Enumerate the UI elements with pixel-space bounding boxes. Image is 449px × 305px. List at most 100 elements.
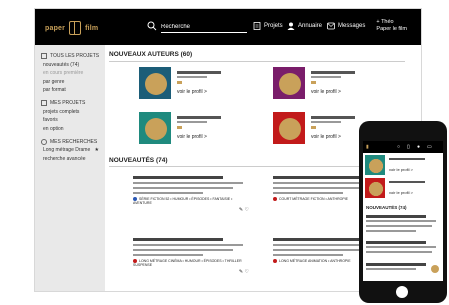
see-profile-link[interactable]: voir le profil > — [177, 134, 207, 140]
nav-annuaire[interactable]: Annuaire — [287, 21, 322, 31]
see-profile-link[interactable]: voir le profil > — [311, 89, 341, 95]
text-placeholder — [133, 187, 233, 189]
sidebar-group-all-projects[interactable]: TOUS LES PROJETS — [41, 53, 105, 59]
news-actions: ✎ ♡ — [133, 269, 249, 275]
folder-icon — [41, 100, 47, 106]
top-navigation-bar: paper film Projets Annuaire Messages + Th… — [35, 9, 421, 45]
author-avatar — [139, 112, 171, 144]
sidebar-group-label: TOUS LES PROJETS — [50, 53, 100, 59]
edit-icon[interactable]: ✎ — [239, 207, 243, 213]
author-name-placeholder — [311, 71, 355, 74]
authors-section-title: NOUVEAUX AUTEURS (60) — [109, 51, 193, 58]
author-badge — [311, 126, 316, 129]
star-icon[interactable]: ★ — [95, 147, 99, 153]
sidebar-group-my-searches[interactable]: MES RECHERCHES — [41, 138, 105, 145]
phone-top-bar: ▮ ○ ▯ ● ▭ — [363, 141, 443, 153]
news-meta-text: SÉRIE FICTION 52 • HUMOUR • ÉPISODES • F… — [133, 197, 233, 206]
search-icon[interactable] — [147, 21, 157, 31]
nav-projets[interactable]: Projets — [253, 21, 283, 31]
logo-mark-icon[interactable]: ▮ — [366, 144, 369, 150]
home-button[interactable] — [396, 286, 408, 298]
sidebar-item-nouveautes[interactable]: nouveautés (74) — [43, 62, 105, 68]
author-badge — [177, 126, 182, 129]
see-profile-link[interactable]: voir le profil > — [389, 167, 413, 172]
message-icon — [327, 22, 335, 30]
sidebar-item-par-genre[interactable]: par genre — [43, 79, 105, 85]
sidebar-item-projets-complets[interactable]: projets complets — [43, 109, 105, 115]
search-input[interactable] — [161, 21, 247, 33]
author-avatar — [273, 67, 305, 99]
author-card[interactable]: voir le profil > — [139, 67, 247, 99]
message-icon[interactable]: ▭ — [427, 144, 432, 150]
news-meta-text: COURT MÉTRAGE FICTION • ANTHROPIE — [279, 197, 348, 201]
text-placeholder — [366, 220, 436, 222]
news-section-title: NOUVEAUTÉS (74) — [109, 157, 168, 164]
brand-logo[interactable]: paper film — [45, 21, 98, 35]
author-badge — [311, 81, 316, 84]
edit-icon[interactable]: ✎ — [239, 269, 243, 275]
phone-mockup: ▮ ○ ▯ ● ▭ voir le profil > voir le profi… — [359, 121, 447, 303]
author-name-placeholder — [389, 158, 425, 160]
search-box — [147, 21, 247, 33]
heart-icon[interactable]: ♡ — [245, 269, 249, 275]
sidebar-item-par-format[interactable]: par format — [43, 87, 105, 93]
document-icon[interactable]: ▯ — [407, 144, 410, 150]
folder-icon — [41, 53, 47, 59]
sidebar-group-label: MES RECHERCHES — [50, 138, 98, 145]
author-avatar — [365, 178, 385, 198]
title-placeholder — [133, 238, 223, 241]
author-badge — [177, 81, 182, 84]
text-placeholder — [366, 268, 416, 270]
document-icon — [253, 22, 261, 30]
news-item[interactable]: SÉRIE FICTION 52 • HUMOUR • ÉPISODES • F… — [133, 173, 249, 213]
sidebar-item-en-cours[interactable]: en cours première — [43, 70, 105, 76]
see-profile-link[interactable]: voir le profil > — [311, 134, 341, 140]
author-card[interactable]: voir le profil > — [273, 67, 381, 99]
user-menu[interactable]: + Théo Paper le film — [376, 19, 407, 33]
sidebar-item-recherche-avancee[interactable]: recherche avancée — [43, 156, 105, 162]
author-avatar — [365, 155, 385, 175]
see-profile-link[interactable]: voir le profil > — [177, 89, 207, 95]
floating-action-button[interactable] — [431, 265, 439, 273]
author-info-placeholder — [177, 76, 207, 78]
sidebar-item-favoris[interactable]: favoris — [43, 117, 105, 123]
author-info-placeholder — [311, 121, 341, 123]
divider — [109, 61, 405, 62]
phone-news-title: NOUVEAUTÉS (74) — [366, 205, 407, 210]
author-card[interactable]: voir le profil > — [365, 155, 441, 175]
text-placeholder — [133, 192, 203, 194]
nav-projets-label: Projets — [264, 23, 283, 29]
author-info-placeholder — [177, 121, 207, 123]
sidebar-item-en-option[interactable]: en option — [43, 126, 105, 132]
user-icon[interactable]: ● — [417, 144, 420, 150]
brand-right: film — [85, 24, 99, 32]
search-icon[interactable]: ○ — [397, 144, 400, 150]
author-avatar — [273, 112, 305, 144]
sidebar: TOUS LES PROJETS nouveautés (74) en cour… — [35, 45, 105, 291]
text-placeholder — [366, 225, 432, 227]
heart-icon[interactable]: ♡ — [245, 207, 249, 213]
news-meta-text: LONG MÉTRAGE ANIMATION • ANTHROPIE — [279, 259, 351, 263]
author-avatar — [139, 67, 171, 99]
user-subtitle: Paper le film — [376, 26, 407, 32]
text-placeholder — [273, 192, 343, 194]
text-placeholder — [133, 182, 243, 184]
search-icon — [41, 138, 47, 145]
nav-messages-label: Messages — [338, 23, 366, 29]
author-card[interactable]: voir le profil > — [139, 112, 247, 144]
title-placeholder — [273, 176, 363, 179]
user-icon — [287, 22, 295, 30]
author-info-placeholder — [311, 76, 341, 78]
author-name-placeholder — [177, 71, 221, 74]
news-item[interactable]: LONG MÉTRAGE CINÉMA • HUMOUR • ÉPISODES … — [133, 235, 249, 275]
sidebar-group-my-projects[interactable]: MES PROJETS — [41, 100, 105, 106]
logo-mark-icon — [69, 21, 82, 35]
text-placeholder — [366, 230, 416, 232]
see-profile-link[interactable]: voir le profil > — [389, 190, 413, 195]
saved-search-label: Long métrage Drame — [43, 147, 91, 153]
news-meta-text: LONG MÉTRAGE CINÉMA • HUMOUR • ÉPISODES … — [133, 259, 242, 268]
text-placeholder — [133, 254, 203, 256]
nav-messages[interactable]: Messages — [327, 21, 365, 31]
sidebar-item-saved-search[interactable]: Long métrage Drame ★ — [43, 147, 105, 153]
author-card[interactable]: voir le profil > — [365, 178, 441, 198]
